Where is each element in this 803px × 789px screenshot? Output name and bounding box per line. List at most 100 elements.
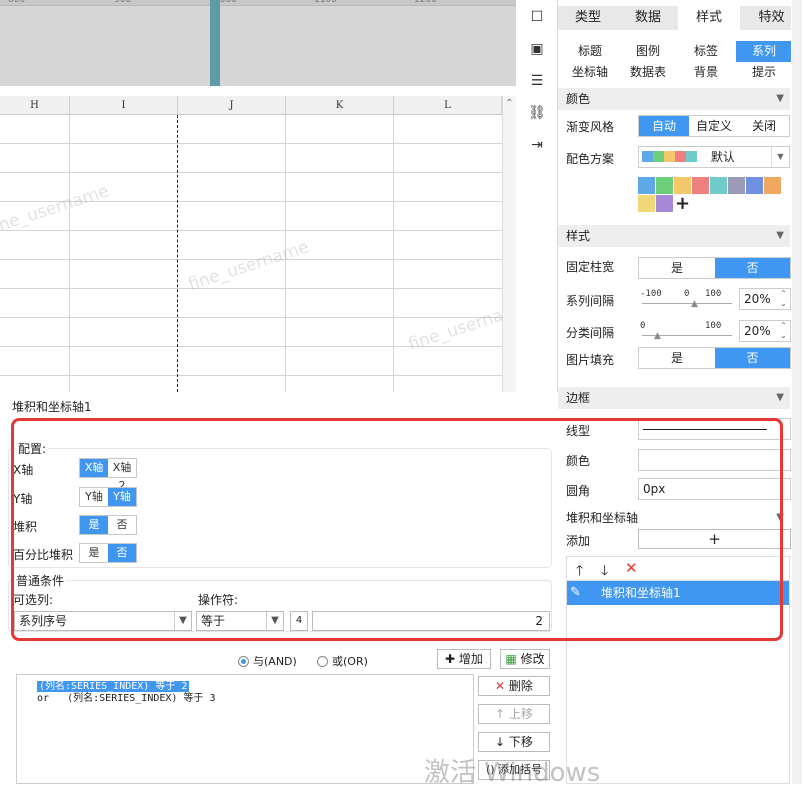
- section-style-title: 样式: [566, 229, 591, 243]
- scheme-value: 默认: [710, 150, 735, 164]
- or-label: 或(OR): [332, 655, 368, 668]
- move-up-button[interactable]: ↑ 上移: [478, 704, 550, 724]
- watermark-text: fine_username: [185, 237, 312, 295]
- chart-preview-area: 800 900 1000 1100 1200: [0, 0, 516, 86]
- color-swatch[interactable]: [656, 177, 673, 194]
- gradient-off[interactable]: 关闭: [739, 116, 789, 136]
- fixed-width-no[interactable]: 否: [715, 258, 790, 278]
- ruler-tick: 1100: [314, 0, 337, 5]
- ruler: 800 900 1000 1100 1200: [0, 0, 516, 6]
- gradient-auto[interactable]: 自动: [639, 116, 689, 136]
- color-swatch[interactable]: [764, 177, 781, 194]
- spinner-icon[interactable]: ⌃ ⌄: [777, 321, 790, 341]
- image-fill-no[interactable]: 否: [715, 348, 790, 368]
- spreadsheet-grid[interactable]: H I J K L fine_username fine_username fi…: [0, 96, 502, 392]
- column-header-k[interactable]: K: [286, 96, 394, 115]
- section-color[interactable]: 颜色 ▼: [558, 88, 790, 110]
- category-gap-input[interactable]: 20% ⌃ ⌄: [739, 320, 791, 342]
- color-swatch[interactable]: [710, 177, 727, 194]
- or-radio[interactable]: 或(OR): [317, 653, 368, 669]
- section-style[interactable]: 样式 ▼: [558, 225, 790, 247]
- dropdown-widget-icon[interactable]: ▣: [528, 40, 546, 58]
- delete-button-label: 删除: [508, 679, 533, 693]
- link-icon[interactable]: ⛓: [528, 104, 546, 122]
- import-icon[interactable]: ⇥: [528, 136, 546, 154]
- category-gap-value: 20%: [744, 324, 771, 338]
- tab-type[interactable]: 类型: [558, 6, 618, 30]
- radio-checked-icon[interactable]: [238, 655, 249, 667]
- chart-bar: [210, 0, 220, 86]
- add-color-icon[interactable]: +: [674, 195, 691, 213]
- gradient-custom[interactable]: 自定义: [689, 116, 739, 136]
- spinner-icon[interactable]: ⌃ ⌄: [777, 289, 790, 309]
- column-header-j[interactable]: J: [178, 96, 286, 115]
- add-button[interactable]: ✚ 增加: [437, 649, 491, 669]
- slider-thumb-icon[interactable]: ▲: [691, 299, 698, 309]
- image-fill-yes[interactable]: 是: [639, 348, 715, 368]
- color-scheme-select[interactable]: 默认 ▼: [638, 146, 790, 168]
- move-down-button[interactable]: ↓ 下移: [478, 732, 550, 752]
- series-gap-input[interactable]: 20% ⌃ ⌄: [739, 288, 791, 310]
- series-gap-tick: -100: [640, 289, 662, 299]
- column-header-h[interactable]: H: [0, 96, 70, 115]
- arrow-up-icon: ↑: [495, 707, 509, 721]
- right-scrollbar[interactable]: [791, 0, 803, 784]
- subtab-background[interactable]: 背景: [678, 62, 734, 83]
- scheme-preview: [642, 151, 697, 162]
- subtab-series[interactable]: 系列: [736, 41, 792, 62]
- delete-button[interactable]: ✕ 删除: [478, 676, 550, 696]
- color-swatch[interactable]: [746, 177, 763, 194]
- modify-button[interactable]: ▦ 修改: [500, 649, 550, 669]
- category-gap-label: 分类间隔: [566, 326, 615, 340]
- scroll-up-icon[interactable]: ⌃: [503, 98, 516, 109]
- condition-row[interactable]: or (列名:SERIES_INDEX) 等于 3: [17, 689, 473, 704]
- subtab-legend[interactable]: 图例: [620, 41, 676, 62]
- series-gap-label: 系列间隔: [566, 294, 615, 308]
- vertical-scrollbar[interactable]: ⌃: [502, 96, 516, 392]
- tab-style[interactable]: 样式: [678, 6, 740, 30]
- subtab-title[interactable]: 标题: [562, 41, 618, 62]
- panel-title: 堆积和坐标轴1: [12, 400, 92, 414]
- condition-row[interactable]: (列名:SERIES_INDEX) 等于 2: [17, 675, 473, 692]
- section-color-title: 颜色: [566, 92, 591, 106]
- column-header-l[interactable]: L: [394, 96, 502, 115]
- category-gap-tick: 0: [640, 321, 646, 331]
- series-gap-slider[interactable]: [642, 303, 732, 304]
- ruler-tick: 900: [114, 0, 132, 5]
- section-border[interactable]: 边框 ▼: [558, 387, 790, 409]
- image-fill-toggle: 是 否: [638, 347, 791, 369]
- series-gap-value: 20%: [744, 292, 771, 306]
- color-swatch[interactable]: [656, 195, 673, 212]
- condition-prefix: or: [37, 693, 50, 704]
- and-radio[interactable]: 与(AND): [238, 653, 297, 669]
- subtab-label[interactable]: 标签: [678, 41, 734, 62]
- condition-list[interactable]: (列名:SERIES_INDEX) 等于 2 or (列名:SERIES_IND…: [16, 674, 474, 784]
- activation-watermark: 激活 Windows: [424, 758, 601, 788]
- fixed-width-yes[interactable]: 是: [639, 258, 715, 278]
- column-header-i[interactable]: I: [70, 96, 178, 115]
- gradient-selector: 自动 自定义 关闭: [638, 115, 790, 137]
- move-up-label: 上移: [508, 707, 533, 721]
- color-swatch[interactable]: [728, 177, 745, 194]
- color-swatch[interactable]: [638, 195, 655, 212]
- image-fill-label: 图片填充: [566, 353, 615, 367]
- section-border-title: 边框: [566, 391, 591, 405]
- ruler-tick: 800: [8, 0, 26, 5]
- chevron-down-icon: ▼: [776, 392, 784, 403]
- subtab-data-table[interactable]: 数据表: [620, 62, 676, 83]
- scheme-label: 配色方案: [566, 152, 615, 166]
- slider-thumb-icon[interactable]: ▲: [654, 331, 661, 341]
- fixed-width-toggle: 是 否: [638, 257, 791, 279]
- list-icon[interactable]: ☰: [528, 72, 546, 90]
- subtab-axis[interactable]: 坐标轴: [562, 62, 618, 83]
- subtab-tooltip[interactable]: 提示: [736, 62, 792, 83]
- radio-unchecked-icon[interactable]: [317, 655, 328, 667]
- chevron-down-icon[interactable]: ▼: [771, 147, 789, 167]
- edit-icon: ▦: [505, 652, 521, 666]
- color-swatch[interactable]: [692, 177, 709, 194]
- plus-icon: ✚: [445, 652, 459, 666]
- color-swatch[interactable]: [638, 177, 655, 194]
- square-icon[interactable]: ☐: [528, 8, 546, 26]
- tab-data[interactable]: 数据: [618, 6, 678, 30]
- color-swatch[interactable]: [674, 177, 691, 194]
